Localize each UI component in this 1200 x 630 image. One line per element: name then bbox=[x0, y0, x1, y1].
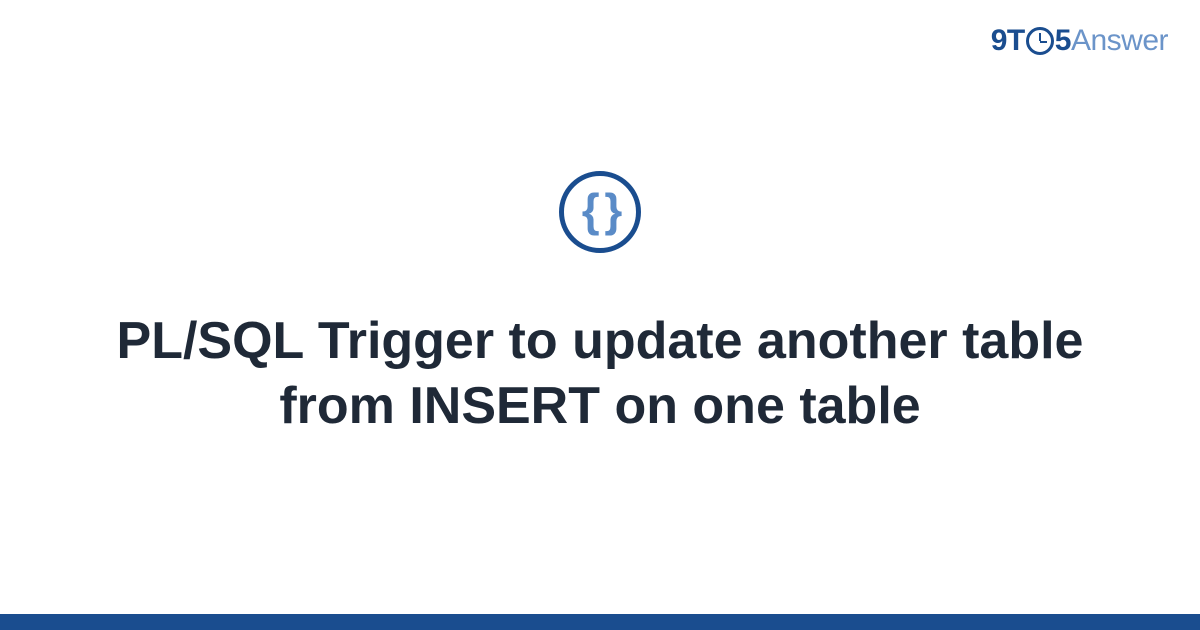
main-content: { } PL/SQL Trigger to update another tab… bbox=[0, 0, 1200, 630]
code-braces-icon: { } bbox=[582, 187, 619, 233]
logo-text-9t: 9T bbox=[991, 24, 1025, 58]
logo-text-5: 5 bbox=[1055, 24, 1071, 58]
logo-text-answer: Answer bbox=[1071, 24, 1168, 58]
clock-icon bbox=[1026, 27, 1054, 55]
footer-accent-bar bbox=[0, 614, 1200, 630]
category-icon-circle: { } bbox=[559, 171, 641, 253]
page-title: PL/SQL Trigger to update another table f… bbox=[100, 309, 1100, 439]
site-logo: 9T 5 Answer bbox=[991, 24, 1168, 58]
